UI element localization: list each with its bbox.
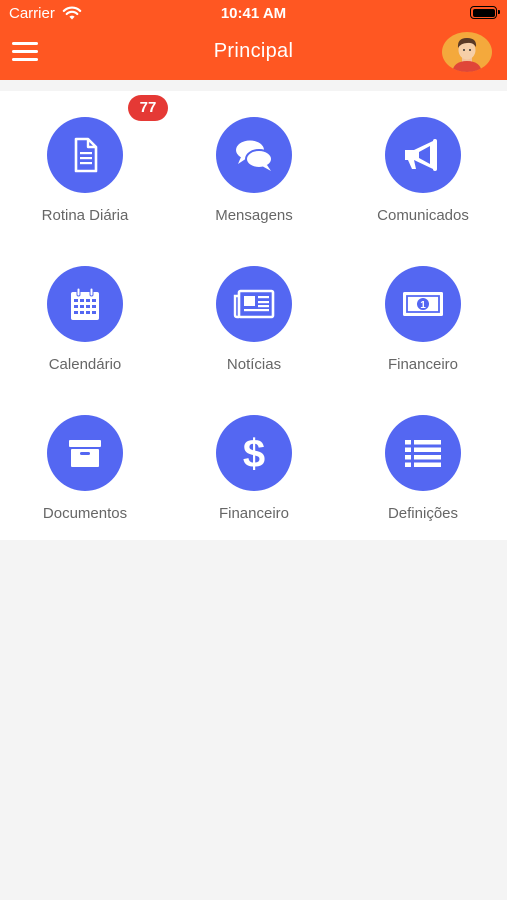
definicoes-button[interactable] (385, 415, 461, 491)
list-icon (405, 440, 441, 467)
dollar-icon: $ (243, 432, 265, 475)
tile-noticias[interactable]: Notícias (184, 240, 324, 373)
newspaper-icon (233, 289, 275, 319)
archive-box-icon (69, 440, 101, 467)
status-time: 10:41 AM (220, 5, 287, 22)
financeiro-button[interactable]: 1 (385, 266, 461, 342)
documentos-label: Documentos (42, 505, 128, 522)
tile-calendario[interactable]: Calendário (15, 240, 155, 373)
document-icon (74, 137, 98, 173)
status-bar: Carrier 10:41 AM (0, 0, 507, 28)
page-title: Principal (213, 40, 294, 62)
user-avatar[interactable] (442, 32, 492, 72)
rotina-diaria-button[interactable] (47, 117, 123, 193)
tile-definicoes[interactable]: Definições (353, 389, 493, 522)
money-bill-icon: 1 (403, 292, 443, 316)
battery-icon (470, 6, 500, 19)
calendario-label: Calendário (48, 356, 122, 373)
mensagens-button[interactable] (216, 117, 292, 193)
app-header: Carrier 10:41 AM Principal (0, 0, 507, 80)
tile-comunicados[interactable]: Comunicados (353, 91, 493, 224)
menu-grid: Rotina Diária Mensagens Comunicados Cale… (0, 91, 507, 540)
financeiro-dollar-label: Financeiro (218, 505, 290, 522)
mensagens-label: Mensagens (215, 207, 293, 224)
financeiro-label: Financeiro (387, 356, 459, 373)
documentos-button[interactable] (47, 415, 123, 491)
calendar-icon (71, 287, 99, 320)
comunicados-button[interactable] (385, 117, 461, 193)
svg-text:$: $ (243, 432, 265, 475)
avatar-icon (452, 38, 482, 72)
definicoes-label: Definições (387, 505, 459, 522)
tile-financeiro[interactable]: 1 Financeiro (353, 240, 493, 373)
noticias-button[interactable] (216, 266, 292, 342)
calendario-button[interactable] (47, 266, 123, 342)
megaphone-icon (405, 139, 437, 171)
comunicados-label: Comunicados (377, 207, 469, 224)
noticias-label: Notícias (226, 356, 282, 373)
rotina-diaria-label: Rotina Diária (41, 207, 129, 224)
notification-badge: 77 (128, 95, 168, 121)
tile-documentos[interactable]: Documentos (15, 389, 155, 522)
svg-text:1: 1 (420, 300, 426, 311)
tile-financeiro-dollar[interactable]: $ Financeiro (184, 389, 324, 522)
chat-bubbles-icon (236, 140, 273, 171)
financeiro-dollar-button[interactable]: $ (216, 415, 292, 491)
tile-mensagens[interactable]: Mensagens (184, 91, 324, 224)
